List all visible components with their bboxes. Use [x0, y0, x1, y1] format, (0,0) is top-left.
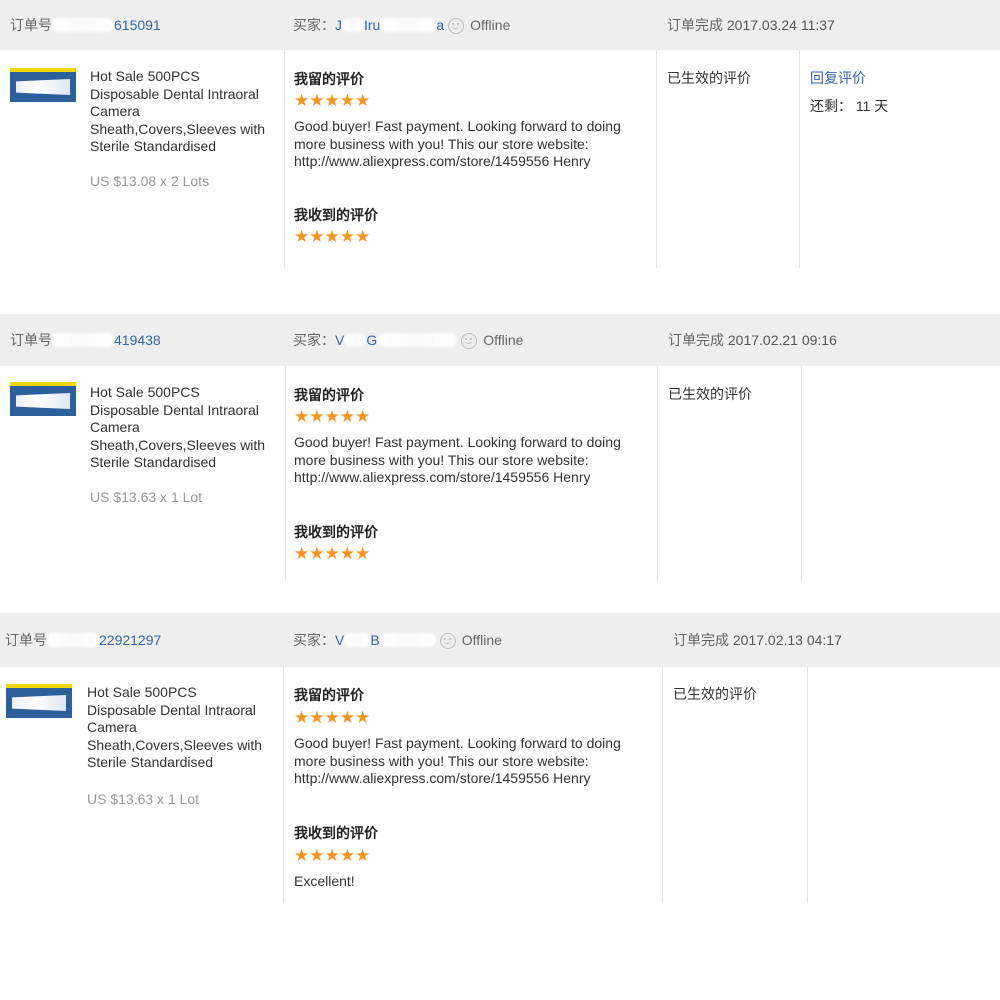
received-feedback-text: Excellent! [294, 873, 355, 889]
order-complete-time: 2017.03.24 11:37 [726, 17, 835, 33]
my-rating-stars: ★★★★★ [294, 708, 371, 727]
product-title[interactable]: Hot Sale 500PCS Disposable Dental Intrao… [90, 68, 270, 156]
my-feedback-text: Good buyer! Fast payment. Looking forwar… [294, 118, 621, 170]
received-feedback-title: 我收到的评价 [294, 524, 378, 540]
order-body: Hot Sale 500PCS Disposable Dental Intrao… [0, 366, 1000, 582]
my-feedback-title: 我留的评价 [294, 71, 364, 87]
reply-feedback-link[interactable]: 回复评价 [810, 68, 866, 88]
product-thumbnail[interactable] [10, 382, 76, 416]
buyer-label: 买家： [293, 17, 335, 33]
received-feedback-title: 我收到的评价 [294, 825, 378, 841]
product-title[interactable]: Hot Sale 500PCS Disposable Dental Intrao… [90, 384, 270, 472]
received-rating-stars: ★★★★★ [294, 544, 371, 563]
received-feedback-title: 我收到的评价 [294, 207, 378, 223]
received-rating-stars: ★★★★★ [294, 846, 371, 865]
buyer-name-link[interactable]: J Iru a [335, 17, 444, 33]
effective-feedback-label: 已生效的评价 [667, 70, 751, 86]
offline-smiley-icon [461, 333, 478, 349]
order-number-label: 订单号 [5, 632, 47, 648]
online-status: Offline [483, 332, 524, 348]
effective-feedback-label: 已生效的评价 [673, 686, 757, 702]
my-feedback-text: Good buyer! Fast payment. Looking forwar… [294, 735, 621, 787]
order-body: Hot Sale 500PCS Disposable Dental Intrao… [0, 50, 1000, 270]
order-complete-label: 订单完成 [668, 332, 724, 348]
buyer-name-link[interactable]: VB [335, 632, 436, 648]
product-thumbnail[interactable] [6, 684, 72, 718]
order-complete-time: 2017.02.13 04:17 [732, 632, 842, 648]
order-complete-label: 订单完成 [667, 17, 723, 33]
offline-smiley-icon [439, 633, 456, 649]
offline-smiley-icon [448, 18, 465, 34]
my-feedback-title: 我留的评价 [294, 387, 364, 403]
order-header: 订单号 615091 买家：J Iru a Offline 订单完成 2017.03.2… [0, 0, 1000, 50]
my-feedback-text: Good buyer! Fast payment. Looking forwar… [294, 434, 621, 486]
order-block: 订单号 419438 买家：V G Offline 订单完成 2017.02.21 0… [0, 314, 1000, 582]
product-price: US $13.63 x 1 Lot [87, 791, 200, 807]
order-number-label: 订单号 [10, 332, 52, 348]
order-header: 订单号 419438 买家：V G Offline 订单完成 2017.02.21 0… [0, 314, 1000, 366]
order-header: 订单号 22921297 买家：V B Offline 订单完成 2017.02.13… [0, 613, 1000, 667]
order-block: 订单号 22921297 买家：V B Offline 订单完成 2017.02.13… [0, 613, 1000, 905]
buyer-label: 买家： [293, 632, 335, 648]
order-body: Hot Sale 500PCS Disposable Dental Intrao… [0, 667, 1000, 905]
online-status: Offline [470, 17, 511, 33]
my-rating-stars: ★★★★★ [294, 91, 371, 110]
remaining-days: 还剩： 11 天 [810, 98, 889, 114]
received-rating-stars: ★★★★★ [294, 227, 371, 246]
order-number-link[interactable]: 419438 [114, 332, 161, 348]
product-thumbnail[interactable] [10, 68, 76, 102]
order-complete-time: 2017.02.21 09:16 [727, 332, 837, 348]
buyer-name-link[interactable]: VG [335, 332, 458, 348]
product-price: US $13.08 x 2 Lots [90, 173, 210, 189]
my-feedback-title: 我留的评价 [294, 687, 364, 703]
my-rating-stars: ★★★★★ [294, 407, 371, 426]
order-block: 订单号 615091 买家：J Iru a Offline 订单完成 2017.03.2… [0, 0, 1000, 270]
effective-feedback-label: 已生效的评价 [668, 386, 752, 402]
order-number-link[interactable]: 22921297 [99, 632, 161, 648]
online-status: Offline [461, 632, 502, 648]
product-price: US $13.63 x 1 Lot [90, 489, 203, 505]
order-complete-label: 订单完成 [673, 632, 729, 648]
buyer-label: 买家： [293, 332, 335, 348]
product-title[interactable]: Hot Sale 500PCS Disposable Dental Intrao… [87, 684, 267, 772]
order-number-label: 订单号 [10, 17, 52, 33]
order-number-link[interactable]: 615091 [114, 17, 161, 33]
